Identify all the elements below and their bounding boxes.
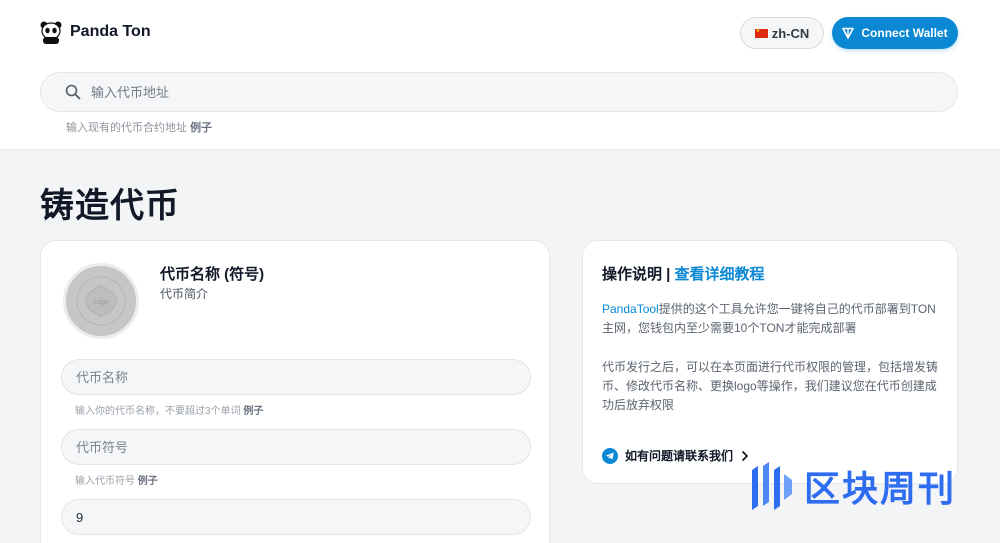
logo-placeholder-label: Logo xyxy=(93,299,109,306)
page-title: 铸造代币 xyxy=(40,187,180,225)
token-name-hint: 输入你的代币名称，不要超过3个单词 例子 xyxy=(75,402,263,417)
instructions-card: 操作说明 | 查看详细教程 PandaTool提供的这个工具允许您一键将自己的代… xyxy=(582,240,958,484)
instructions-paragraph-1: PandaTool提供的这个工具允许您一键将自己的代币部署到TON主网，您钱包内… xyxy=(602,300,942,338)
mint-token-form: Logo 代币名称 (符号) 代币简介 输入你的代币名称，不要超过3个单词 例子… xyxy=(40,240,550,543)
token-symbol-hint-text: 输入代币符号 xyxy=(75,476,135,487)
brand-name: Panda Ton xyxy=(70,23,151,40)
instructions-paragraph-2: 代币发行之后，可以在本页面进行代币权限的管理，包括增发铸币、修改代币名称、更换l… xyxy=(602,360,939,412)
token-symbol-input[interactable] xyxy=(76,439,506,455)
instructions-title: 操作说明 | 查看详细教程 xyxy=(602,263,765,284)
search-hint-text: 输入现有的代币合约地址 xyxy=(66,122,187,134)
token-title: 代币名称 (符号) xyxy=(160,266,265,283)
search-bar[interactable] xyxy=(40,72,958,112)
token-name-hint-text: 输入你的代币名称，不要超过3个单词 xyxy=(75,406,241,417)
token-decimals-input[interactable] xyxy=(76,509,506,525)
search-example-link[interactable]: 例子 xyxy=(190,122,212,134)
logo-placeholder-icon: Logo xyxy=(76,276,126,326)
watermark-logo-icon xyxy=(752,462,792,510)
instructions-title-text: 操作说明 | xyxy=(602,266,671,283)
token-symbol-field[interactable] xyxy=(61,429,531,465)
watermark: 区块周刊 xyxy=(750,460,956,512)
tutorial-link[interactable]: 查看详细教程 xyxy=(675,266,765,283)
token-name-example-link[interactable]: 例子 xyxy=(243,406,263,417)
language-label: zh-CN xyxy=(771,25,810,41)
connect-wallet-button[interactable]: Connect Wallet xyxy=(832,17,958,49)
logo-upload[interactable]: Logo xyxy=(63,263,139,339)
contact-us-link[interactable]: 如有问题请联系我们 xyxy=(602,447,750,464)
header: Panda Ton zh-CN Connect Wallet 输入现有的代币合约… xyxy=(0,0,1000,150)
telegram-icon xyxy=(602,447,618,464)
flag-cn-icon xyxy=(754,28,768,38)
token-description: 代币简介 xyxy=(160,287,209,301)
watermark-text: 区块周刊 xyxy=(804,469,957,510)
token-symbol-example-link[interactable]: 例子 xyxy=(138,476,158,487)
chevron-right-icon xyxy=(742,450,748,461)
search-icon xyxy=(65,84,81,100)
pandatool-link[interactable]: PandaTool xyxy=(602,302,659,316)
connect-wallet-label: Connect Wallet xyxy=(861,26,948,40)
panda-icon xyxy=(40,21,62,44)
token-name-input[interactable] xyxy=(76,369,506,385)
token-decimals-field[interactable] xyxy=(61,499,531,535)
language-selector[interactable]: zh-CN xyxy=(740,17,824,49)
brand[interactable]: Panda Ton xyxy=(40,20,151,44)
contact-us-label: 如有问题请联系我们 xyxy=(625,449,734,463)
token-name-field[interactable] xyxy=(61,359,531,395)
ton-icon xyxy=(842,27,855,39)
search-hint: 输入现有的代币合约地址 例子 xyxy=(66,119,212,135)
search-input[interactable] xyxy=(91,84,891,100)
token-symbol-hint: 输入代币符号 例子 xyxy=(75,472,158,487)
